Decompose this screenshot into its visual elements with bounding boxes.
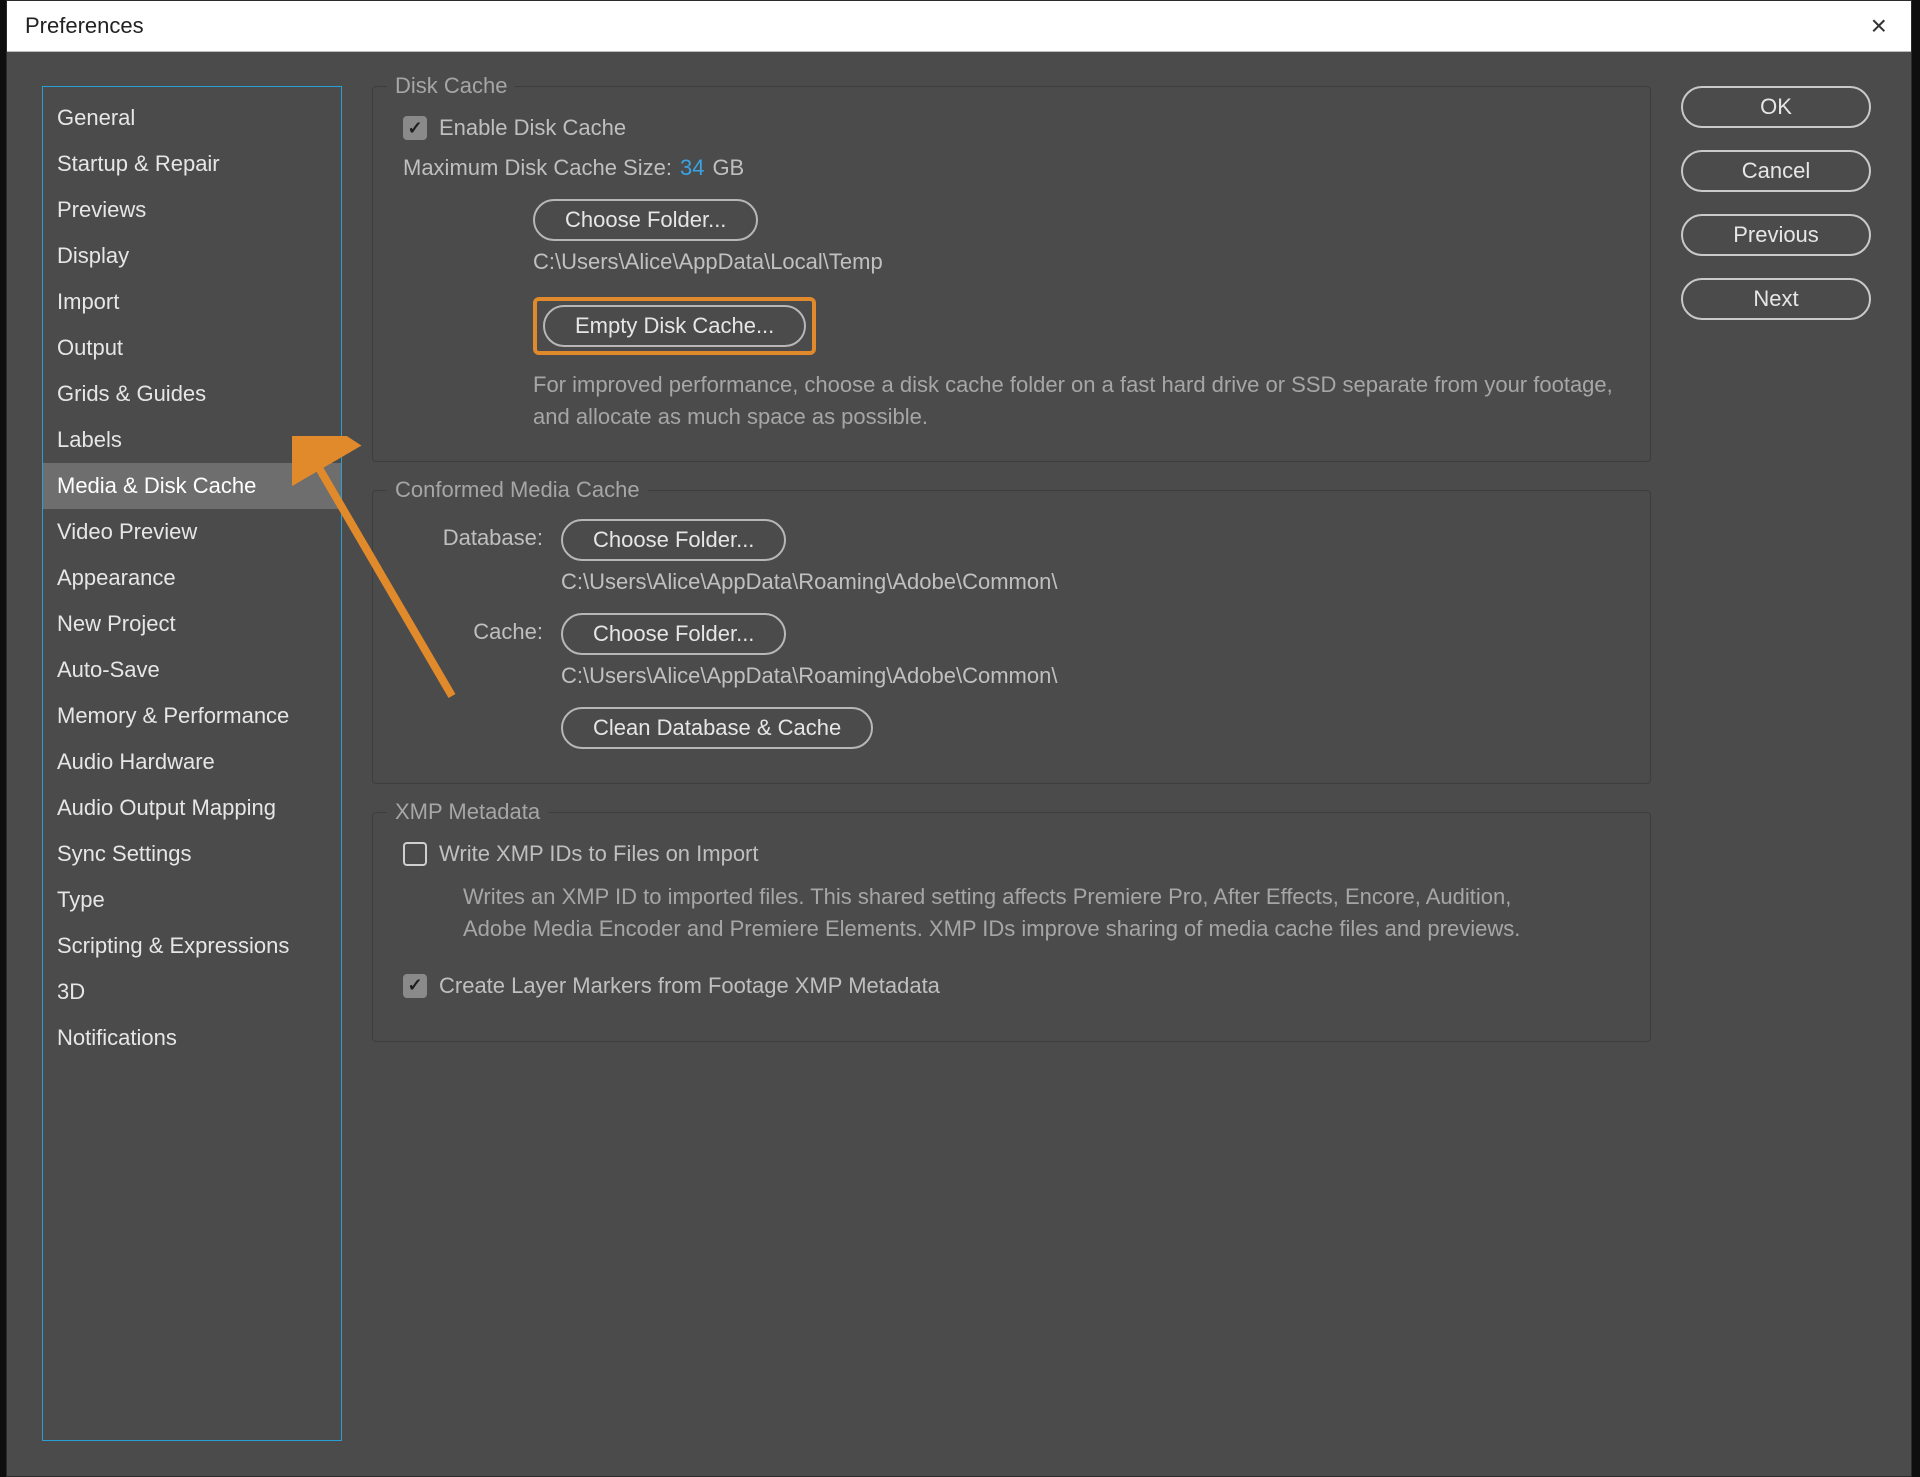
- window-title: Preferences: [25, 13, 144, 39]
- cache-path: C:\Users\Alice\AppData\Roaming\Adobe\Com…: [561, 663, 1620, 689]
- sidebar-item-new-project[interactable]: New Project: [43, 601, 341, 647]
- cancel-button[interactable]: Cancel: [1681, 150, 1871, 192]
- sidebar-item-appearance[interactable]: Appearance: [43, 555, 341, 601]
- max-size-value[interactable]: 34: [680, 155, 704, 181]
- sidebar-item-audio-hardware[interactable]: Audio Hardware: [43, 739, 341, 785]
- xmp-metadata-group: XMP Metadata Write XMP IDs to Files on I…: [372, 812, 1651, 1042]
- sidebar-item-audio-output-mapping[interactable]: Audio Output Mapping: [43, 785, 341, 831]
- sidebar-item-output[interactable]: Output: [43, 325, 341, 371]
- sidebar-item-3d[interactable]: 3D: [43, 969, 341, 1015]
- write-xmp-checkbox[interactable]: [403, 842, 427, 866]
- disk-cache-path: C:\Users\Alice\AppData\Local\Temp: [533, 249, 1620, 275]
- conformed-cache-group: Conformed Media Cache Database: Choose F…: [372, 490, 1651, 784]
- dialog-buttons: OK Cancel Previous Next: [1681, 86, 1871, 1476]
- disk-cache-group: Disk Cache Enable Disk Cache Maximum Dis…: [372, 86, 1651, 462]
- sidebar-item-media-disk-cache[interactable]: Media & Disk Cache: [43, 463, 341, 509]
- sidebar-item-sync-settings[interactable]: Sync Settings: [43, 831, 341, 877]
- ok-button[interactable]: OK: [1681, 86, 1871, 128]
- choose-folder-button[interactable]: Choose Folder...: [533, 199, 758, 241]
- sidebar-item-type[interactable]: Type: [43, 877, 341, 923]
- window-body: GeneralStartup & RepairPreviewsDisplayIm…: [7, 51, 1911, 1476]
- xmp-legend: XMP Metadata: [387, 799, 548, 825]
- sidebar-item-display[interactable]: Display: [43, 233, 341, 279]
- database-choose-folder-button[interactable]: Choose Folder...: [561, 519, 786, 561]
- empty-disk-cache-highlight: Empty Disk Cache...: [533, 297, 816, 355]
- enable-disk-cache-checkbox[interactable]: [403, 116, 427, 140]
- close-icon[interactable]: ×: [1861, 8, 1897, 44]
- sidebar-item-general[interactable]: General: [43, 95, 341, 141]
- preferences-window: Preferences × GeneralStartup & RepairPre…: [6, 0, 1912, 1477]
- sidebar-item-grids-guides[interactable]: Grids & Guides: [43, 371, 341, 417]
- sidebar-item-notifications[interactable]: Notifications: [43, 1015, 341, 1061]
- sidebar-item-auto-save[interactable]: Auto-Save: [43, 647, 341, 693]
- main-panel: Disk Cache Enable Disk Cache Maximum Dis…: [372, 86, 1651, 1441]
- sidebar-item-previews[interactable]: Previews: [43, 187, 341, 233]
- sidebar-item-scripting-expressions[interactable]: Scripting & Expressions: [43, 923, 341, 969]
- write-xmp-label: Write XMP IDs to Files on Import: [439, 841, 759, 867]
- database-label: Database:: [403, 519, 561, 551]
- clean-db-cache-button[interactable]: Clean Database & Cache: [561, 707, 873, 749]
- database-path: C:\Users\Alice\AppData\Roaming\Adobe\Com…: [561, 569, 1620, 595]
- sidebar-item-memory-performance[interactable]: Memory & Performance: [43, 693, 341, 739]
- enable-disk-cache-label: Enable Disk Cache: [439, 115, 626, 141]
- sidebar-item-import[interactable]: Import: [43, 279, 341, 325]
- sidebar-item-labels[interactable]: Labels: [43, 417, 341, 463]
- sidebar-item-video-preview[interactable]: Video Preview: [43, 509, 341, 555]
- cache-label: Cache:: [403, 613, 561, 645]
- write-xmp-hint: Writes an XMP ID to imported files. This…: [463, 881, 1543, 945]
- max-size-label: Maximum Disk Cache Size:: [403, 155, 672, 181]
- sidebar-item-startup-repair[interactable]: Startup & Repair: [43, 141, 341, 187]
- layer-markers-checkbox[interactable]: [403, 974, 427, 998]
- previous-button[interactable]: Previous: [1681, 214, 1871, 256]
- max-size-unit: GB: [712, 155, 744, 181]
- disk-cache-hint: For improved performance, choose a disk …: [533, 369, 1613, 433]
- sidebar: GeneralStartup & RepairPreviewsDisplayIm…: [42, 86, 342, 1441]
- disk-cache-legend: Disk Cache: [387, 73, 515, 99]
- layer-markers-label: Create Layer Markers from Footage XMP Me…: [439, 973, 940, 999]
- cache-choose-folder-button[interactable]: Choose Folder...: [561, 613, 786, 655]
- titlebar: Preferences ×: [7, 1, 1911, 52]
- conformed-legend: Conformed Media Cache: [387, 477, 648, 503]
- next-button[interactable]: Next: [1681, 278, 1871, 320]
- empty-disk-cache-button[interactable]: Empty Disk Cache...: [543, 305, 806, 347]
